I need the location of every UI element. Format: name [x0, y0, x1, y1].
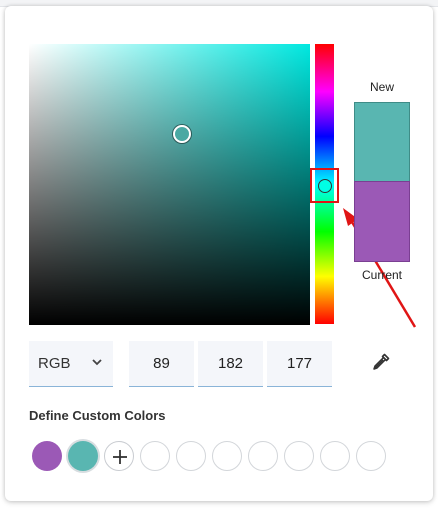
hue-handle-highlight-box: [310, 168, 339, 203]
current-color-label: Current: [361, 268, 402, 282]
red-value: 89: [153, 355, 170, 372]
saturation-value-area[interactable]: [29, 44, 310, 325]
custom-color-swatch-1[interactable]: [32, 441, 62, 471]
empty-color-slot[interactable]: [212, 441, 242, 471]
blue-input[interactable]: 177: [267, 341, 332, 387]
add-custom-color-button[interactable]: [104, 441, 134, 471]
plus-icon: [113, 450, 127, 464]
green-value: 182: [217, 355, 244, 372]
current-color-swatch[interactable]: [354, 181, 410, 262]
green-input[interactable]: 182: [198, 341, 263, 387]
red-input[interactable]: 89: [129, 341, 194, 387]
color-mode-value: RGB: [38, 355, 71, 372]
color-mode-select[interactable]: RGB: [29, 341, 113, 387]
empty-color-slot[interactable]: [356, 441, 386, 471]
custom-colors-heading: Define Custom Colors: [29, 408, 166, 423]
chevron-down-icon: [92, 359, 102, 366]
empty-color-slot[interactable]: [140, 441, 170, 471]
new-color-swatch: [354, 102, 410, 182]
empty-color-slot[interactable]: [320, 441, 350, 471]
blue-value: 177: [286, 355, 313, 372]
saturation-value-handle[interactable]: [173, 125, 191, 143]
custom-color-swatch-2[interactable]: [68, 441, 98, 471]
eyedropper-icon[interactable]: [371, 352, 391, 372]
empty-color-slot[interactable]: [284, 441, 314, 471]
empty-color-slot[interactable]: [176, 441, 206, 471]
empty-color-slot[interactable]: [248, 441, 278, 471]
new-color-label: New: [369, 80, 394, 94]
